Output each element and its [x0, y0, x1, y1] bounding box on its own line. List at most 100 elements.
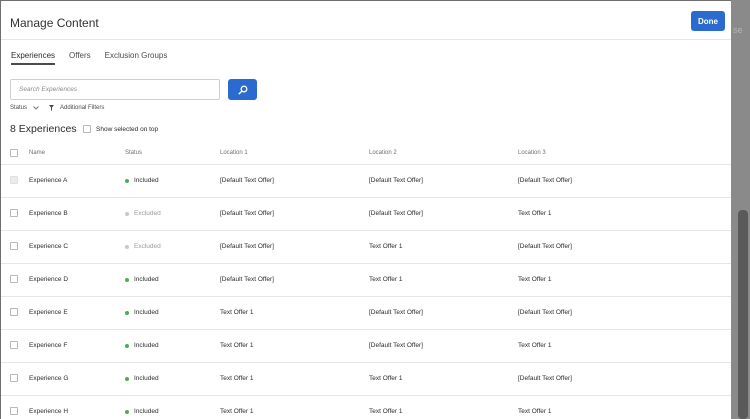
- column-header-location-3[interactable]: Location 3: [518, 150, 546, 156]
- location-1-cell: [Default Text Offer]: [220, 210, 274, 217]
- filter-icon[interactable]: [49, 105, 55, 111]
- status-filter-label[interactable]: Status: [10, 105, 27, 111]
- table-row[interactable]: Experience A Included [Default Text Offer]…: [1, 165, 731, 198]
- location-3-cell: [Default Text Offer]: [518, 375, 572, 382]
- status-label: Included: [134, 177, 159, 184]
- location-3-cell: Text Offer 1: [518, 210, 552, 217]
- row-checkbox[interactable]: [10, 242, 18, 250]
- status-cell: Included: [125, 375, 159, 382]
- status-cell: Excluded: [125, 210, 161, 217]
- location-3-cell: Text Offer 1: [518, 276, 552, 283]
- filter-bar: Status Additional Filters: [10, 105, 104, 111]
- select-all-checkbox[interactable]: [10, 149, 18, 157]
- additional-filters-link[interactable]: Additional Filters: [60, 105, 104, 111]
- experiences-table: Name Status Location 1 Location 2 Locati…: [1, 143, 731, 419]
- search-input[interactable]: [17, 85, 219, 94]
- status-label: Excluded: [134, 210, 161, 217]
- location-1-cell: [Default Text Offer]: [220, 276, 274, 283]
- location-1-cell: Text Offer 1: [220, 408, 254, 415]
- location-3-cell: Text Offer 1: [518, 408, 552, 415]
- status-label: Included: [134, 408, 159, 415]
- experience-name: Experience F: [29, 342, 68, 349]
- location-1-cell: Text Offer 1: [220, 309, 254, 316]
- column-header-location-2[interactable]: Location 2: [369, 150, 397, 156]
- location-3-cell: Text Offer 1: [518, 342, 552, 349]
- status-dot-icon: [125, 277, 129, 282]
- row-checkbox[interactable]: [10, 374, 18, 382]
- row-checkbox[interactable]: [10, 341, 18, 349]
- status-label: Included: [134, 375, 159, 382]
- table-row[interactable]: Experience H Included Text Offer 1 Text Off…: [1, 396, 731, 419]
- location-2-cell: Text Offer 1: [369, 408, 403, 415]
- location-1-cell: [Default Text Offer]: [220, 243, 274, 250]
- location-1-cell: [Default Text Offer]: [220, 177, 274, 184]
- table-row[interactable]: Experience B Excluded [Default Text Offer]…: [1, 198, 731, 231]
- table-row[interactable]: Experience F Included Text Offer 1 [Default…: [1, 330, 731, 363]
- status-label: Included: [134, 342, 159, 349]
- location-3-cell: [Default Text Offer]: [518, 243, 572, 250]
- status-dot-icon: [125, 178, 129, 183]
- tab-offers[interactable]: Offers: [69, 51, 91, 65]
- location-1-cell: Text Offer 1: [220, 375, 254, 382]
- row-checkbox[interactable]: [10, 275, 18, 283]
- experience-name: Experience D: [29, 276, 69, 283]
- table-header: Name Status Location 1 Location 2 Locati…: [1, 143, 731, 165]
- show-selected-toggle[interactable]: Show selected on top: [83, 125, 158, 133]
- tab-experiences[interactable]: Experiences: [11, 51, 56, 65]
- column-header-location-1[interactable]: Location 1: [220, 150, 248, 156]
- experience-count: 8 Experiences: [10, 123, 77, 135]
- location-1-cell: Text Offer 1: [220, 342, 254, 349]
- location-2-cell: Text Offer 1: [369, 276, 403, 283]
- table-row[interactable]: Experience C Excluded [Default Text Offer]…: [1, 231, 731, 264]
- experience-name: Experience A: [29, 177, 68, 184]
- location-2-cell: Text Offer 1: [369, 375, 403, 382]
- location-3-cell: [Default Text Offer]: [518, 177, 572, 184]
- search-field: [10, 79, 220, 100]
- status-label: Included: [134, 276, 159, 283]
- status-cell: Included: [125, 177, 159, 184]
- location-3-cell: [Default Text Offer]: [518, 309, 572, 316]
- search-button[interactable]: [228, 79, 257, 100]
- status-dot-icon: [125, 211, 129, 216]
- status-cell: Excluded: [125, 243, 161, 250]
- column-header-status[interactable]: Status: [125, 150, 142, 156]
- row-checkbox[interactable]: [10, 209, 18, 217]
- manage-content-dialog: Manage Content Done Experiences Offers E…: [1, 1, 731, 419]
- status-cell: Included: [125, 408, 159, 415]
- table-row[interactable]: Experience D Included [Default Text Offer]…: [1, 264, 731, 297]
- status-dot-icon: [125, 376, 129, 381]
- status-dot-icon: [125, 343, 129, 348]
- table-row[interactable]: Experience G Included Text Offer 1 Text Off…: [1, 363, 731, 396]
- status-dot-icon: [125, 244, 129, 249]
- done-button[interactable]: Done: [691, 11, 725, 31]
- show-selected-label: Show selected on top: [96, 125, 159, 133]
- experience-name: Experience B: [29, 210, 68, 217]
- header-divider: [1, 39, 731, 40]
- status-label: Excluded: [134, 243, 161, 250]
- location-2-cell: Text Offer 1: [369, 243, 403, 250]
- chevron-down-icon[interactable]: [33, 106, 39, 110]
- location-2-cell: [Default Text Offer]: [369, 177, 423, 184]
- tab-exclusion-groups[interactable]: Exclusion Groups: [105, 51, 168, 65]
- location-2-cell: [Default Text Offer]: [369, 342, 423, 349]
- status-dot-icon: [125, 409, 129, 414]
- page-scrollbar[interactable]: [738, 210, 748, 419]
- experience-name: Experience E: [29, 309, 68, 316]
- experience-name: Experience G: [29, 375, 69, 382]
- table-body: Experience A Included [Default Text Offer]…: [1, 165, 731, 419]
- tab-bar: Experiences Offers Exclusion Groups: [11, 51, 167, 65]
- location-2-cell: [Default Text Offer]: [369, 210, 423, 217]
- row-checkbox[interactable]: [10, 407, 18, 415]
- experience-name: Experience C: [29, 243, 69, 250]
- show-selected-checkbox[interactable]: [83, 125, 91, 133]
- column-header-name[interactable]: Name: [29, 150, 45, 156]
- row-checkbox[interactable]: [10, 176, 18, 184]
- status-cell: Included: [125, 342, 159, 349]
- experience-name: Experience H: [29, 408, 69, 415]
- status-cell: Included: [125, 309, 159, 316]
- status-label: Included: [134, 309, 159, 316]
- table-row[interactable]: Experience E Included Text Offer 1 [Default…: [1, 297, 731, 330]
- row-checkbox[interactable]: [10, 308, 18, 316]
- background-text: se: [733, 25, 743, 35]
- status-dot-icon: [125, 310, 129, 315]
